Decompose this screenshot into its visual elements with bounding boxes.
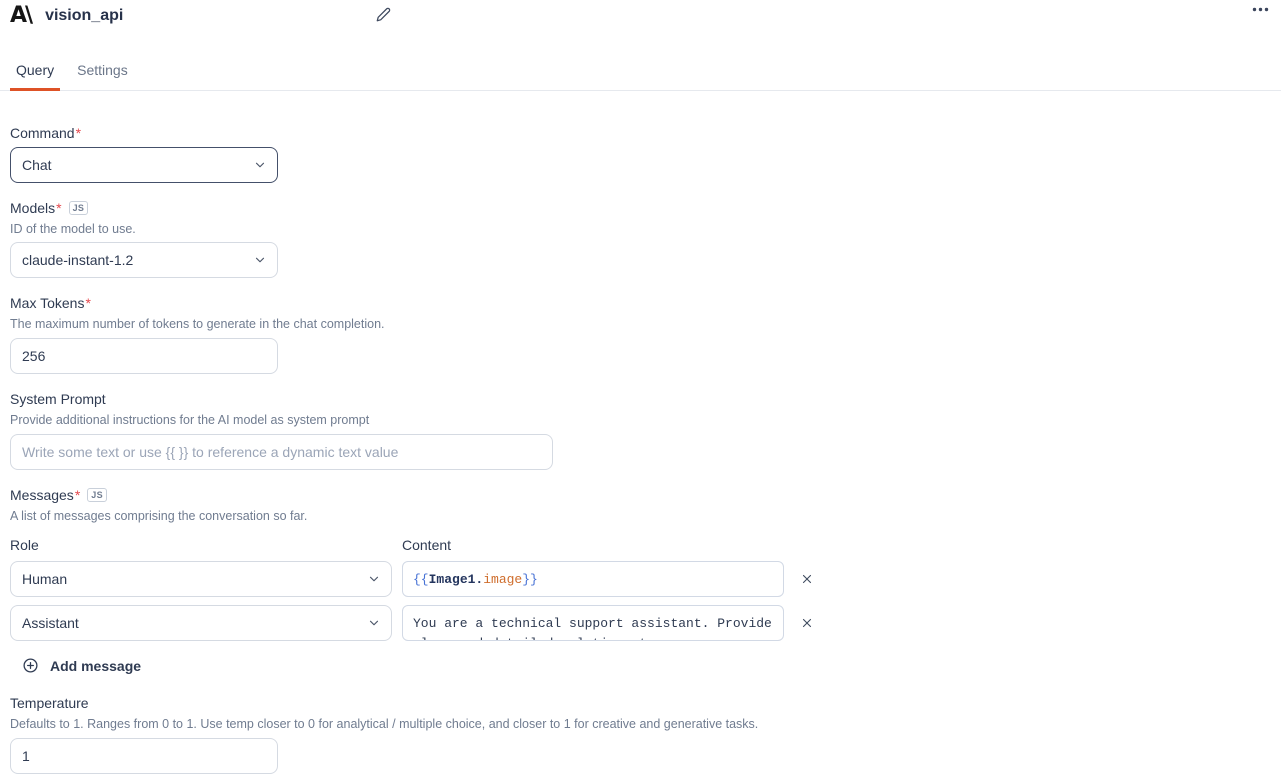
field-system-prompt: System Prompt Provide additional instruc… <box>10 390 1281 470</box>
anthropic-logo-icon: A\ <box>10 5 31 27</box>
messages-helper-text: A list of messages comprising the conver… <box>10 508 1281 524</box>
system-prompt-input[interactable] <box>10 434 553 470</box>
message-content-input[interactable]: You are a technical support assistant. P… <box>402 605 784 641</box>
field-temperature: Temperature Defaults to 1. Ranges from 0… <box>10 694 1281 774</box>
command-select[interactable]: Chat <box>10 147 278 183</box>
required-asterisk: * <box>85 294 90 312</box>
code-token: }} <box>522 572 538 587</box>
models-select-value: claude-instant-1.2 <box>22 252 133 268</box>
messages-grid: Role Content Human {{Image1.image}} Assi… <box>10 537 1281 641</box>
page-title: vision_api <box>45 7 123 25</box>
ellipsis-icon <box>1252 7 1269 12</box>
field-messages: Messages* JS A list of messages comprisi… <box>10 486 1281 674</box>
add-message-button[interactable]: Add message <box>22 657 141 674</box>
chevron-down-icon <box>253 158 267 172</box>
code-token: {{ <box>413 572 429 587</box>
chevron-down-icon <box>367 616 381 630</box>
query-form: Command* Chat Models* JS ID of the model… <box>0 91 1281 774</box>
close-icon <box>801 573 813 585</box>
temperature-input[interactable] <box>10 738 278 774</box>
header: A\ vision_api <box>0 1 1281 31</box>
js-badge[interactable]: JS <box>69 201 89 215</box>
chevron-down-icon <box>253 253 267 267</box>
tab-settings[interactable]: Settings <box>71 56 134 90</box>
command-label: Command* <box>10 124 1281 142</box>
add-message-label: Add message <box>50 658 141 674</box>
message-content-input[interactable]: {{Image1.image}} <box>402 561 784 597</box>
field-models: Models* JS ID of the model to use. claud… <box>10 199 1281 278</box>
remove-message-button[interactable] <box>794 566 820 592</box>
pencil-icon <box>376 7 391 22</box>
temperature-helper-text: Defaults to 1. Ranges from 0 to 1. Use t… <box>10 716 1281 732</box>
edit-title-button[interactable] <box>374 5 393 24</box>
code-token: Image1. <box>429 572 484 587</box>
required-asterisk: * <box>56 199 61 217</box>
js-badge[interactable]: JS <box>87 488 107 502</box>
tab-bar: Query Settings <box>0 56 1281 91</box>
close-icon <box>801 617 813 629</box>
system-prompt-helper-text: Provide additional instructions for the … <box>10 412 1281 428</box>
role-column-header: Role <box>10 537 392 553</box>
messages-label: Messages* JS <box>10 486 1281 504</box>
models-select[interactable]: claude-instant-1.2 <box>10 242 278 278</box>
field-max-tokens: Max Tokens* The maximum number of tokens… <box>10 294 1281 374</box>
overflow-menu-button[interactable] <box>1250 5 1271 14</box>
command-select-value: Chat <box>22 157 52 173</box>
tab-query[interactable]: Query <box>10 56 60 90</box>
message-role-select[interactable]: Assistant <box>10 605 392 641</box>
chevron-down-icon <box>367 572 381 586</box>
required-asterisk: * <box>75 486 80 504</box>
remove-message-button[interactable] <box>794 610 820 636</box>
message-role-select[interactable]: Human <box>10 561 392 597</box>
models-helper-text: ID of the model to use. <box>10 221 1281 237</box>
plus-circle-icon <box>22 657 39 674</box>
code-token: image <box>483 572 522 587</box>
max-tokens-input[interactable] <box>10 338 278 374</box>
max-tokens-label: Max Tokens* <box>10 294 1281 312</box>
max-tokens-helper-text: The maximum number of tokens to generate… <box>10 316 1281 332</box>
message-role-value: Assistant <box>22 615 79 631</box>
system-prompt-label: System Prompt <box>10 390 1281 408</box>
content-column-header: Content <box>402 537 784 553</box>
field-command: Command* Chat <box>10 124 1281 183</box>
message-role-value: Human <box>22 571 67 587</box>
temperature-label: Temperature <box>10 694 1281 712</box>
models-label: Models* JS <box>10 199 1281 217</box>
required-asterisk: * <box>76 124 81 142</box>
